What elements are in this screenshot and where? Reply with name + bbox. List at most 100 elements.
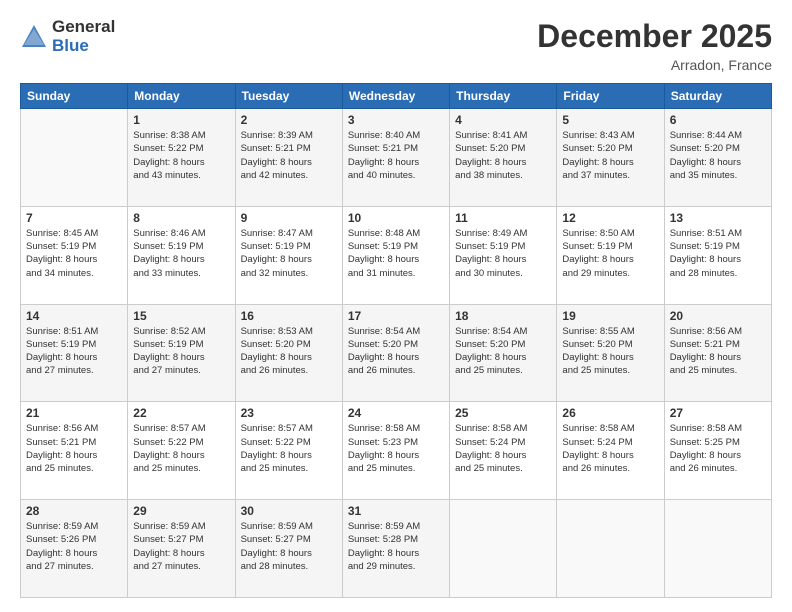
day-info: Sunrise: 8:53 AMSunset: 5:20 PMDaylight:… [241,325,337,378]
col-monday: Monday [128,84,235,109]
day-number: 21 [26,406,122,420]
calendar-header: Sunday Monday Tuesday Wednesday Thursday… [21,84,772,109]
day-info: Sunrise: 8:57 AMSunset: 5:22 PMDaylight:… [133,422,229,475]
col-wednesday: Wednesday [342,84,449,109]
table-row: 26 Sunrise: 8:58 AMSunset: 5:24 PMDayligh… [557,402,664,500]
day-info: Sunrise: 8:52 AMSunset: 5:19 PMDaylight:… [133,325,229,378]
day-number: 2 [241,113,337,127]
table-row: 6 Sunrise: 8:44 AMSunset: 5:20 PMDaylight… [664,109,771,207]
week-row-3: 21 Sunrise: 8:56 AMSunset: 5:21 PMDayligh… [21,402,772,500]
table-row [664,500,771,598]
table-row: 20 Sunrise: 8:56 AMSunset: 5:21 PMDayligh… [664,304,771,402]
day-info: Sunrise: 8:40 AMSunset: 5:21 PMDaylight:… [348,129,444,182]
day-info: Sunrise: 8:58 AMSunset: 5:23 PMDaylight:… [348,422,444,475]
day-info: Sunrise: 8:49 AMSunset: 5:19 PMDaylight:… [455,227,551,280]
day-info: Sunrise: 8:55 AMSunset: 5:20 PMDaylight:… [562,325,658,378]
table-row: 17 Sunrise: 8:54 AMSunset: 5:20 PMDayligh… [342,304,449,402]
day-number: 9 [241,211,337,225]
col-saturday: Saturday [664,84,771,109]
table-row: 9 Sunrise: 8:47 AMSunset: 5:19 PMDaylight… [235,206,342,304]
month-title: December 2025 [537,18,772,55]
day-number: 3 [348,113,444,127]
day-number: 25 [455,406,551,420]
day-info: Sunrise: 8:43 AMSunset: 5:20 PMDaylight:… [562,129,658,182]
logo: General Blue [20,18,115,55]
table-row: 25 Sunrise: 8:58 AMSunset: 5:24 PMDayligh… [450,402,557,500]
day-number: 11 [455,211,551,225]
table-row: 28 Sunrise: 8:59 AMSunset: 5:26 PMDayligh… [21,500,128,598]
day-number: 18 [455,309,551,323]
logo-icon [20,23,48,51]
day-number: 17 [348,309,444,323]
day-info: Sunrise: 8:54 AMSunset: 5:20 PMDaylight:… [455,325,551,378]
day-number: 20 [670,309,766,323]
table-row: 2Sunrise: 8:39 AMSunset: 5:21 PMDaylight… [235,109,342,207]
day-info: Sunrise: 8:47 AMSunset: 5:19 PMDaylight:… [241,227,337,280]
day-number: 4 [455,113,551,127]
table-row: 27Sunrise: 8:58 AMSunset: 5:25 PMDayligh… [664,402,771,500]
table-row: 29 Sunrise: 8:59 AMSunset: 5:27 PMDayligh… [128,500,235,598]
calendar-body: 1 Sunrise: 8:38 AMSunset: 5:22 PMDaylight… [21,109,772,598]
table-row [450,500,557,598]
table-row: 21 Sunrise: 8:56 AMSunset: 5:21 PMDayligh… [21,402,128,500]
day-info: Sunrise: 8:58 AMSunset: 5:24 PMDaylight:… [455,422,551,475]
col-thursday: Thursday [450,84,557,109]
day-number: 29 [133,504,229,518]
table-row: 18 Sunrise: 8:54 AMSunset: 5:20 PMDayligh… [450,304,557,402]
day-number: 28 [26,504,122,518]
table-row: 3 Sunrise: 8:40 AMSunset: 5:21 PMDaylight… [342,109,449,207]
page: General Blue December 2025 Arradon, Fran… [0,0,792,612]
table-row: 16Sunrise: 8:53 AMSunset: 5:20 PMDayligh… [235,304,342,402]
table-row: 14 Sunrise: 8:51 AMSunset: 5:19 PMDayligh… [21,304,128,402]
week-row-4: 28 Sunrise: 8:59 AMSunset: 5:26 PMDayligh… [21,500,772,598]
day-info: Sunrise: 8:59 AMSunset: 5:28 PMDaylight:… [348,520,444,573]
day-number: 30 [241,504,337,518]
day-number: 22 [133,406,229,420]
day-info: Sunrise: 8:44 AMSunset: 5:20 PMDaylight:… [670,129,766,182]
week-row-2: 14 Sunrise: 8:51 AMSunset: 5:19 PMDayligh… [21,304,772,402]
day-number: 6 [670,113,766,127]
table-row: 15Sunrise: 8:52 AMSunset: 5:19 PMDayligh… [128,304,235,402]
day-number: 13 [670,211,766,225]
table-row: 24 Sunrise: 8:58 AMSunset: 5:23 PMDayligh… [342,402,449,500]
day-info: Sunrise: 8:50 AMSunset: 5:19 PMDaylight:… [562,227,658,280]
day-info: Sunrise: 8:46 AMSunset: 5:19 PMDaylight:… [133,227,229,280]
day-info: Sunrise: 8:45 AMSunset: 5:19 PMDaylight:… [26,227,122,280]
table-row: 11 Sunrise: 8:49 AMSunset: 5:19 PMDayligh… [450,206,557,304]
day-info: Sunrise: 8:57 AMSunset: 5:22 PMDaylight:… [241,422,337,475]
day-info: Sunrise: 8:51 AMSunset: 5:19 PMDaylight:… [26,325,122,378]
day-info: Sunrise: 8:59 AMSunset: 5:27 PMDaylight:… [133,520,229,573]
title-block: December 2025 Arradon, France [537,18,772,73]
day-info: Sunrise: 8:58 AMSunset: 5:25 PMDaylight:… [670,422,766,475]
day-info: Sunrise: 8:58 AMSunset: 5:24 PMDaylight:… [562,422,658,475]
day-number: 8 [133,211,229,225]
table-row: 13Sunrise: 8:51 AMSunset: 5:19 PMDayligh… [664,206,771,304]
day-number: 24 [348,406,444,420]
table-row: 31 Sunrise: 8:59 AMSunset: 5:28 PMDayligh… [342,500,449,598]
day-number: 14 [26,309,122,323]
day-info: Sunrise: 8:56 AMSunset: 5:21 PMDaylight:… [670,325,766,378]
day-number: 26 [562,406,658,420]
col-tuesday: Tuesday [235,84,342,109]
table-row: 7Sunrise: 8:45 AMSunset: 5:19 PMDaylight… [21,206,128,304]
day-number: 1 [133,113,229,127]
day-info: Sunrise: 8:59 AMSunset: 5:27 PMDaylight:… [241,520,337,573]
day-number: 31 [348,504,444,518]
table-row [21,109,128,207]
week-row-0: 1 Sunrise: 8:38 AMSunset: 5:22 PMDaylight… [21,109,772,207]
day-number: 10 [348,211,444,225]
day-info: Sunrise: 8:38 AMSunset: 5:22 PMDaylight:… [133,129,229,182]
day-number: 5 [562,113,658,127]
logo-blue-text: Blue [52,37,115,56]
day-info: Sunrise: 8:59 AMSunset: 5:26 PMDaylight:… [26,520,122,573]
logo-text: General Blue [52,18,115,55]
header-row: Sunday Monday Tuesday Wednesday Thursday… [21,84,772,109]
day-number: 12 [562,211,658,225]
table-row: 19Sunrise: 8:55 AMSunset: 5:20 PMDayligh… [557,304,664,402]
day-info: Sunrise: 8:48 AMSunset: 5:19 PMDaylight:… [348,227,444,280]
table-row: 5 Sunrise: 8:43 AMSunset: 5:20 PMDaylight… [557,109,664,207]
table-row: 22 Sunrise: 8:57 AMSunset: 5:22 PMDayligh… [128,402,235,500]
day-info: Sunrise: 8:54 AMSunset: 5:20 PMDaylight:… [348,325,444,378]
table-row: 30 Sunrise: 8:59 AMSunset: 5:27 PMDayligh… [235,500,342,598]
day-info: Sunrise: 8:56 AMSunset: 5:21 PMDaylight:… [26,422,122,475]
